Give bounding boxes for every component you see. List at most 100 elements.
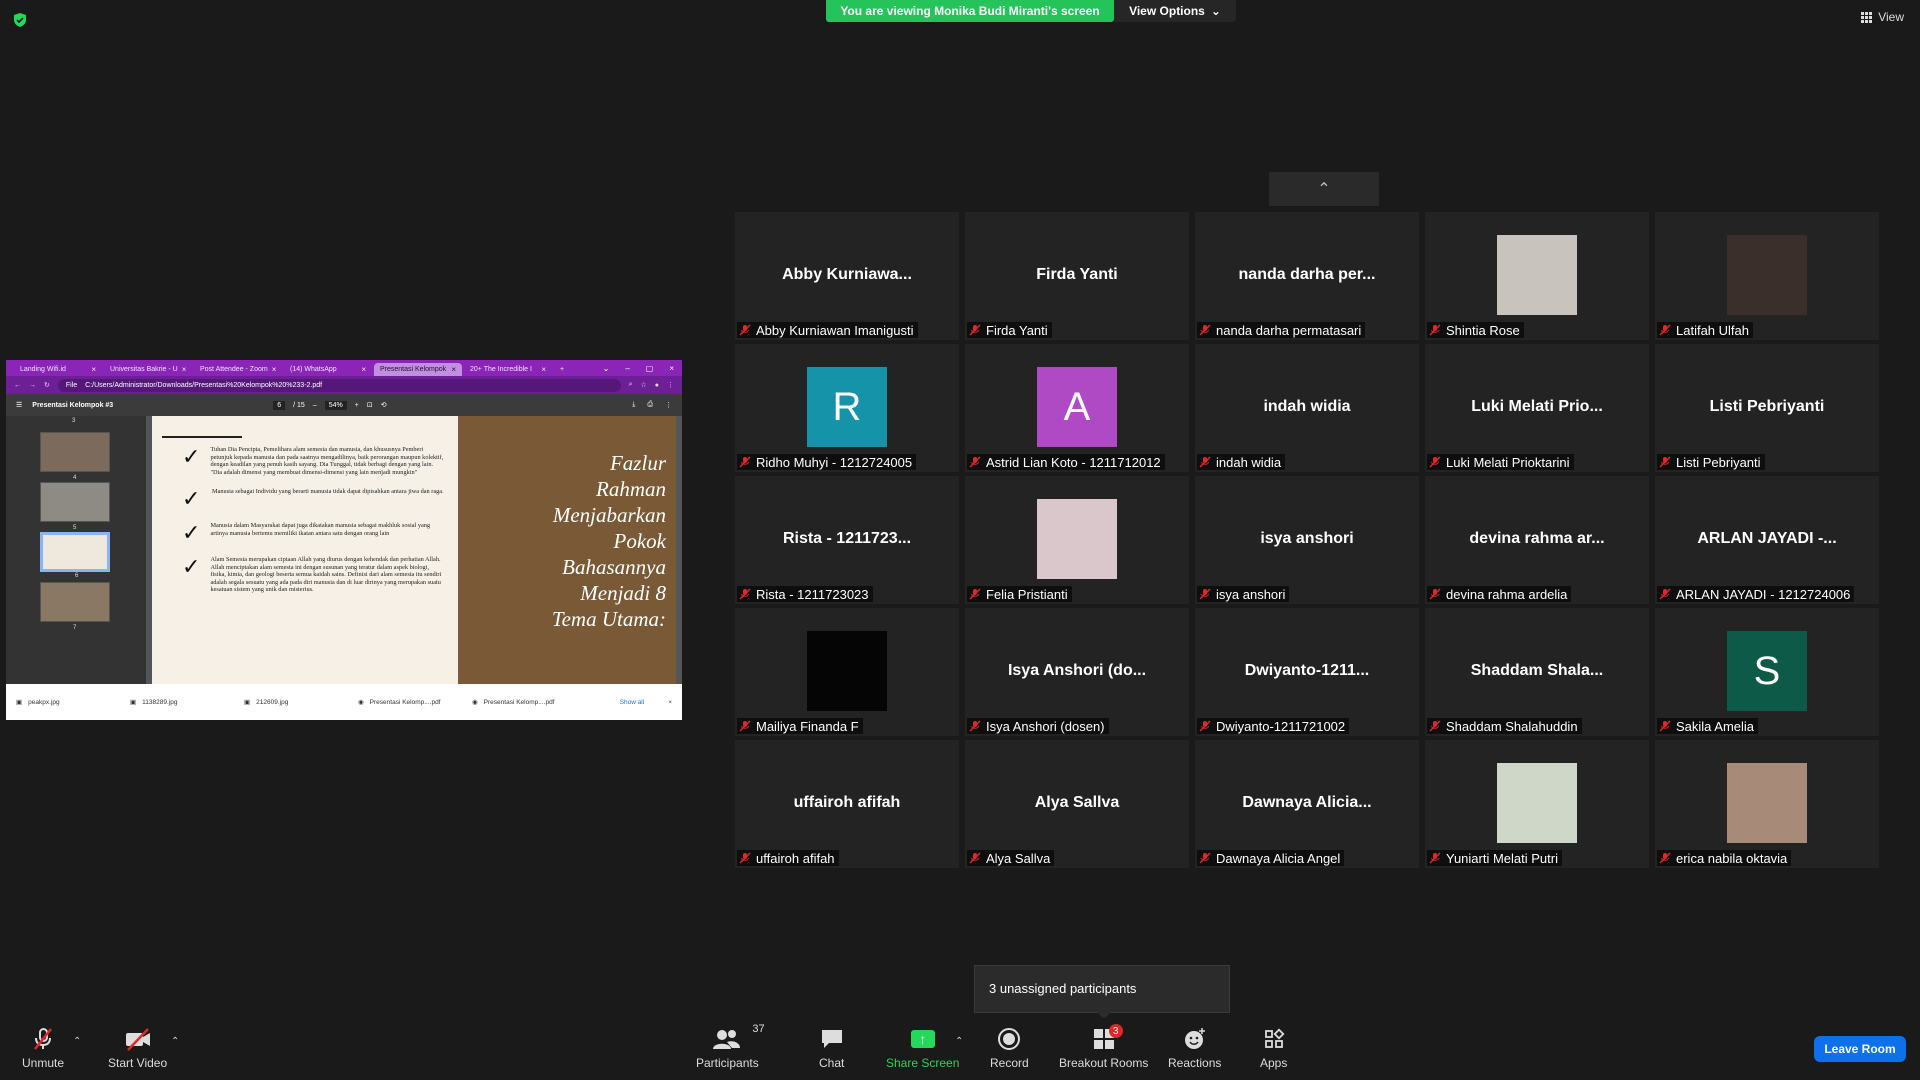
close-icon[interactable]: ×	[272, 365, 277, 374]
page-thumbnail[interactable]: 4	[40, 432, 110, 481]
record-button[interactable]: Record	[990, 1026, 1029, 1070]
show-all-link[interactable]: Show all	[620, 699, 645, 706]
url-field[interactable]: File C:/Users/Administrator/Downloads/Pr…	[57, 378, 621, 392]
back-icon[interactable]: ←	[14, 382, 21, 389]
reactions-button[interactable]: Reactions	[1168, 1026, 1221, 1070]
participant-tile[interactable]: Felia Pristianti	[965, 476, 1189, 604]
apps-icon	[1264, 1028, 1285, 1048]
print-icon[interactable]: ⎙	[647, 401, 653, 409]
participant-tile[interactable]: Dwiyanto-1211... Dwiyanto-1211721002	[1195, 608, 1419, 736]
zoom-icon[interactable]: ⌕	[629, 381, 633, 389]
close-icon[interactable]: ×	[668, 699, 672, 706]
participant-tile[interactable]: Shaddam Shala... Shaddam Shalahuddin	[1425, 608, 1649, 736]
participant-tile[interactable]: uffairoh afifah uffairoh afifah	[735, 740, 959, 868]
participant-tile[interactable]: Shintia Rose	[1425, 212, 1649, 340]
participant-tile[interactable]: Yuniarti Melati Putri	[1425, 740, 1649, 868]
apps-button[interactable]: Apps	[1260, 1026, 1287, 1070]
participant-tile[interactable]: A Astrid Lian Koto - 1211712012	[965, 344, 1189, 472]
leave-room-button[interactable]: Leave Room	[1814, 1036, 1906, 1062]
reload-icon[interactable]: ↻	[44, 381, 50, 389]
slide-bullet: ✓ Manusia dalam Masyarakat dapat juga dik…	[182, 522, 446, 544]
security-shield-icon[interactable]	[12, 12, 28, 28]
participant-tile[interactable]: Dawnaya Alicia... Dawnaya Alicia Angel	[1195, 740, 1419, 868]
menu-icon[interactable]: ⋮	[667, 381, 674, 389]
download-item[interactable]: ▣ 1138289.jpg	[130, 698, 220, 707]
browser-tab[interactable]: (14) WhatsApp ×	[284, 363, 372, 376]
view-options-button[interactable]: View Options ⌄	[1114, 0, 1236, 22]
rotate-icon[interactable]: ⟲	[381, 401, 387, 409]
unmute-button[interactable]: Unmute	[22, 1026, 64, 1070]
page-thumbnail[interactable]: 5	[40, 482, 110, 531]
unassigned-participants-tooltip[interactable]: 3 unassigned participants	[974, 965, 1230, 1019]
start-video-button[interactable]: Start Video	[108, 1026, 167, 1070]
zoom-in-icon[interactable]: +	[355, 402, 359, 409]
participant-tile[interactable]: Luki Melati Prio... Luki Melati Prioktar…	[1425, 344, 1649, 472]
video-options-caret[interactable]: ⌃	[171, 1036, 179, 1047]
page-thumbnail-selected[interactable]: 6	[40, 532, 110, 579]
close-icon[interactable]: ×	[451, 365, 456, 374]
participant-tile[interactable]: Isya Anshori (do... Isya Anshori (dosen)	[965, 608, 1189, 736]
page-number-input[interactable]: 6	[273, 400, 286, 410]
share-screen-button[interactable]: ↑ Share Screen	[886, 1026, 959, 1070]
download-item[interactable]: ▣ 212609.jpg	[244, 698, 334, 707]
participant-tile[interactable]: nanda darha per... nanda darha permatasa…	[1195, 212, 1419, 340]
share-screen-icon: ↑	[910, 1030, 935, 1048]
download-icon[interactable]: ⤓	[632, 401, 635, 409]
shared-screen[interactable]: Landing Wifi.id × Universitas Bakrie - U ×…	[6, 360, 682, 720]
close-icon[interactable]: ×	[669, 364, 674, 373]
browser-tab[interactable]: Landing Wifi.id ×	[14, 363, 102, 376]
zoom-out-icon[interactable]: –	[313, 402, 317, 409]
fit-page-icon[interactable]: ⊡	[367, 401, 373, 409]
minimize-icon[interactable]: –	[625, 364, 629, 373]
hamburger-icon[interactable]: ☰	[16, 401, 22, 409]
audio-options-caret[interactable]: ⌃	[73, 1036, 81, 1047]
chevron-down-icon[interactable]: ⌄	[603, 364, 610, 373]
close-icon[interactable]: ×	[361, 365, 366, 374]
profile-icon[interactable]: ●	[655, 382, 659, 389]
zoom-level[interactable]: 54%	[324, 400, 347, 410]
participant-name: Rista - 1211723023	[756, 586, 869, 602]
participants-button[interactable]: 37 Participants	[696, 1023, 765, 1070]
participant-tile[interactable]: Firda Yanti Firda Yanti	[965, 212, 1189, 340]
participant-tile[interactable]: erica nabila oktavia	[1655, 740, 1879, 868]
page-thumbnail[interactable]: 7	[40, 582, 110, 631]
browser-tab-active[interactable]: Presentasi Kelompok ×	[374, 363, 462, 376]
close-icon[interactable]: ×	[182, 365, 187, 374]
participant-tile[interactable]: Latifah Ulfah	[1655, 212, 1879, 340]
participant-tile[interactable]: indah widia indah widia	[1195, 344, 1419, 472]
close-icon[interactable]: ×	[541, 365, 546, 374]
participant-display-name: Rista - 1211723...	[782, 530, 912, 547]
view-button[interactable]: View	[1861, 10, 1904, 24]
forward-icon[interactable]: →	[29, 382, 36, 389]
participant-tile[interactable]: Rista - 1211723... Rista - 1211723023	[735, 476, 959, 604]
participant-tile[interactable]: devina rahma ar... devina rahma ardelia	[1425, 476, 1649, 604]
thumbnail-sidebar[interactable]: 3 4 5 6 7	[6, 416, 146, 684]
participant-tile[interactable]: Abby Kurniawa... Abby Kurniawan Imanigus…	[735, 212, 959, 340]
more-icon[interactable]: ⋮	[665, 401, 672, 409]
participant-tile[interactable]: isya anshori isya anshori	[1195, 476, 1419, 604]
star-icon[interactable]: ☆	[640, 381, 646, 389]
participant-tile[interactable]: R Ridho Muhyi - 1212724005	[735, 344, 959, 472]
participant-name: Luki Melati Prioktarini	[1446, 454, 1570, 470]
browser-tab[interactable]: Post Attendee - Zoom ×	[194, 363, 282, 376]
participant-tile[interactable]: ARLAN JAYADI -... ARLAN JAYADI - 1212724…	[1655, 476, 1879, 604]
breakout-rooms-button[interactable]: 3 Breakout Rooms	[1059, 1024, 1148, 1070]
download-item[interactable]: ◉ Presentasi Kelomp....pdf	[358, 698, 448, 707]
maximize-icon[interactable]: ▢	[646, 364, 654, 373]
close-icon[interactable]: ×	[91, 365, 96, 374]
participant-tile[interactable]: Mailiya Finanda F	[735, 608, 959, 736]
share-options-caret[interactable]: ⌃	[955, 1036, 963, 1047]
pdf-icon: ◉	[472, 699, 478, 706]
download-item[interactable]: ◉ Presentasi Kelomp....pdf	[472, 698, 562, 707]
participant-tile[interactable]: Listi Pebriyanti Listi Pebriyanti	[1655, 344, 1879, 472]
collapse-gallery-button[interactable]: ⌃	[1269, 172, 1379, 206]
chat-button[interactable]: Chat	[819, 1026, 844, 1070]
browser-tab[interactable]: Universitas Bakrie - U ×	[104, 363, 192, 376]
browser-tab[interactable]: 20+ The Incredible I ×	[464, 363, 552, 376]
participant-tile[interactable]: Alya Sallva Alya Sallva	[965, 740, 1189, 868]
download-item[interactable]: ▣ peakpx.jpg	[16, 698, 106, 707]
muted-mic-icon	[1199, 588, 1211, 600]
participant-display-name: Abby Kurniawa...	[782, 266, 912, 283]
new-tab-icon[interactable]: +	[554, 363, 570, 376]
participant-tile[interactable]: S Sakila Amelia	[1655, 608, 1879, 736]
